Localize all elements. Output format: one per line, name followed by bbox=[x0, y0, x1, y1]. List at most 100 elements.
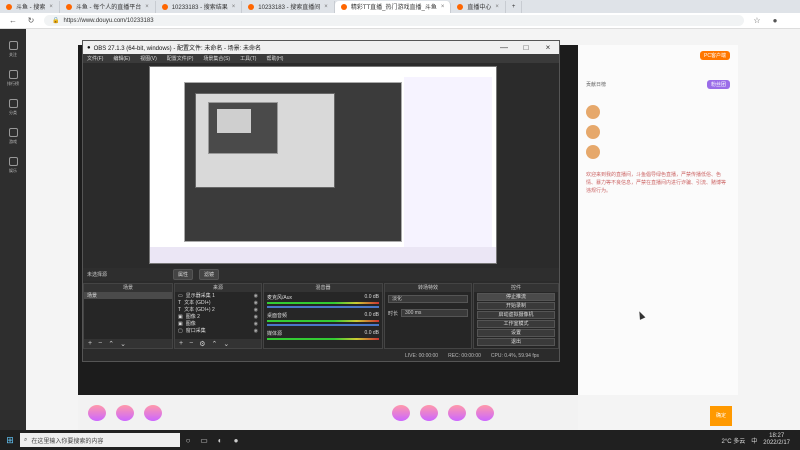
taskbar-search[interactable]: ⌕ 在这里输入你要搜索的内容 bbox=[20, 433, 180, 447]
fans-button[interactable]: 粉丝团 bbox=[706, 80, 730, 89]
gift-icon[interactable] bbox=[448, 404, 466, 421]
gift-icon[interactable] bbox=[476, 404, 494, 421]
gift-icon[interactable] bbox=[88, 404, 106, 421]
virtual-camera-button[interactable]: 启动虚拟摄像机 bbox=[477, 311, 555, 319]
pc-client-button[interactable]: PC客户端 bbox=[700, 51, 730, 60]
close-tab-icon[interactable]: × bbox=[495, 4, 499, 10]
eye-icon[interactable]: ◉ bbox=[254, 307, 261, 313]
eye-icon[interactable]: ◉ bbox=[254, 328, 261, 334]
down-icon[interactable]: ⌄ bbox=[223, 340, 229, 348]
browser-tab-active[interactable]: 精彩TT直播_热门游戏直播_斗鱼 × bbox=[334, 0, 452, 13]
window-icon: ▢ bbox=[178, 327, 183, 334]
menu-view[interactable]: 视图(V) bbox=[140, 55, 157, 62]
scene-label: 场景 bbox=[87, 293, 98, 299]
favorites-icon[interactable]: ☆ bbox=[752, 16, 762, 25]
eye-icon[interactable]: ◉ bbox=[254, 300, 261, 306]
settings-button[interactable]: 设置 bbox=[477, 329, 555, 337]
nav-item-games[interactable]: 游戏 bbox=[8, 128, 18, 145]
eye-icon[interactable]: ◉ bbox=[254, 293, 261, 299]
tab-label: 10233183 - 搜索结果 bbox=[171, 5, 228, 11]
ime-indicator[interactable]: 中 bbox=[751, 436, 757, 445]
filters-button[interactable]: 滤镜 bbox=[199, 269, 220, 280]
source-item[interactable]: ▣ 图像 2 ◉ bbox=[175, 313, 261, 321]
source-item[interactable]: T 文本 (GDI+) ◉ bbox=[175, 299, 261, 307]
profile-icon[interactable]: ● bbox=[770, 16, 780, 25]
menu-scene-collection[interactable]: 场景集合(S) bbox=[203, 55, 230, 62]
rank-entry[interactable] bbox=[586, 125, 730, 139]
gift-icon[interactable] bbox=[116, 404, 134, 421]
clock-date: 2022/2/17 bbox=[763, 440, 790, 446]
task-view-icon[interactable]: ○ bbox=[180, 436, 196, 445]
studio-mode-button[interactable]: 工作室模式 bbox=[477, 320, 555, 328]
gift-icon[interactable] bbox=[420, 404, 438, 421]
confirm-button[interactable]: 确定 bbox=[710, 406, 732, 426]
back-icon[interactable]: ← bbox=[8, 16, 18, 25]
menu-profile[interactable]: 配置文件(P) bbox=[167, 55, 194, 62]
add-icon[interactable]: + bbox=[179, 340, 183, 347]
nav-item-rank[interactable]: 排行榜 bbox=[7, 70, 19, 87]
duration-input[interactable]: 300 ms bbox=[401, 309, 468, 317]
properties-button[interactable]: 属性 bbox=[173, 269, 194, 280]
controls-dock: 控件 停止推流 开始录制 启动虚拟摄像机 工作室模式 设置 退出 bbox=[473, 283, 559, 349]
nav-label: 娱乐 bbox=[9, 168, 17, 173]
source-item[interactable]: T 文本 (GDI+) 2 ◉ bbox=[175, 306, 261, 314]
rank-entry[interactable] bbox=[586, 145, 730, 159]
gift-icon[interactable] bbox=[392, 404, 410, 421]
close-tab-icon[interactable]: × bbox=[441, 4, 445, 10]
menu-edit[interactable]: 编辑(E) bbox=[113, 55, 130, 62]
gift-icon[interactable] bbox=[144, 404, 162, 421]
close-tab-icon[interactable]: × bbox=[145, 4, 149, 10]
audio-mixer-dock: 混音器 麦克风/Aux 0.0 dB 桌面音频 0.0 dB 媒体源 0.0 dB bbox=[263, 283, 383, 349]
start-recording-button[interactable]: 开始录制 bbox=[477, 302, 555, 310]
remove-icon[interactable]: − bbox=[189, 340, 193, 347]
maximize-icon[interactable]: □ bbox=[515, 43, 537, 52]
weather-label[interactable]: 2°C 多云 bbox=[722, 436, 746, 445]
browser-tab[interactable]: 直播中心 × bbox=[451, 0, 506, 13]
source-item[interactable]: ▭ 显示器采集 1 ◉ bbox=[175, 292, 261, 300]
close-tab-icon[interactable]: × bbox=[49, 4, 53, 10]
nav-item-follow[interactable]: 关注 bbox=[8, 41, 18, 58]
close-tab-icon[interactable]: × bbox=[324, 4, 328, 10]
source-item[interactable]: ▣ 图像 ◉ bbox=[175, 320, 261, 328]
obs-preview-canvas[interactable] bbox=[149, 66, 497, 264]
url-field[interactable]: 🔒 https://www.douyu.com/10233183 bbox=[44, 15, 744, 26]
menu-help[interactable]: 帮助(H) bbox=[266, 55, 283, 62]
source-item[interactable]: ▢ 窗口采集 ◉ bbox=[175, 327, 261, 335]
menu-tools[interactable]: 工具(T) bbox=[240, 55, 256, 62]
volume-slider[interactable] bbox=[267, 306, 379, 308]
gamepad-icon bbox=[8, 128, 18, 137]
exit-button[interactable]: 退出 bbox=[477, 338, 555, 346]
eye-icon[interactable]: ◉ bbox=[254, 314, 261, 320]
close-tab-icon[interactable]: × bbox=[232, 4, 236, 10]
transition-select[interactable]: 淡化 bbox=[388, 295, 468, 303]
tab-label: 直播中心 bbox=[467, 5, 492, 11]
browser-tab[interactable]: 斗鱼 - 搜索 × bbox=[0, 0, 60, 13]
gear-icon[interactable]: ⚙ bbox=[199, 340, 205, 348]
menu-file[interactable]: 文件(F) bbox=[87, 55, 103, 62]
minimize-icon[interactable]: — bbox=[493, 43, 515, 52]
volume-slider[interactable] bbox=[267, 324, 379, 326]
windows-start-icon[interactable]: ⊞ bbox=[0, 435, 20, 446]
nav-item-category[interactable]: 分类 bbox=[8, 99, 18, 116]
obs-taskbar-icon[interactable]: ● bbox=[228, 436, 244, 445]
scene-item[interactable]: 场景 bbox=[84, 292, 172, 299]
browser-tab[interactable]: 斗鱼 - 每个人的直播平台 × bbox=[60, 0, 156, 13]
refresh-icon[interactable]: ↻ bbox=[26, 16, 36, 25]
close-icon[interactable]: × bbox=[537, 43, 559, 52]
browser-tab[interactable]: 10233183 - 搜索直播间 × bbox=[242, 0, 335, 13]
browser-tab[interactable]: 10233183 - 搜索结果 × bbox=[156, 0, 243, 13]
remove-icon[interactable]: − bbox=[98, 340, 102, 347]
explorer-icon[interactable]: ▭ bbox=[196, 436, 212, 445]
add-icon[interactable]: + bbox=[88, 340, 92, 347]
obs-app-icon: ● bbox=[87, 44, 91, 51]
nav-item-entertainment[interactable]: 娱乐 bbox=[8, 157, 18, 174]
new-tab-button[interactable]: + bbox=[506, 0, 523, 13]
up-icon[interactable]: ⌃ bbox=[108, 340, 114, 348]
edge-icon[interactable]: ◐ bbox=[212, 436, 228, 445]
eye-icon[interactable]: ◉ bbox=[254, 321, 261, 327]
rank-entry[interactable] bbox=[586, 105, 730, 119]
up-icon[interactable]: ⌃ bbox=[211, 340, 217, 348]
down-icon[interactable]: ⌄ bbox=[120, 340, 126, 348]
stop-streaming-button[interactable]: 停止推流 bbox=[477, 293, 555, 301]
clock[interactable]: 18:27 2022/2/17 bbox=[763, 433, 790, 447]
